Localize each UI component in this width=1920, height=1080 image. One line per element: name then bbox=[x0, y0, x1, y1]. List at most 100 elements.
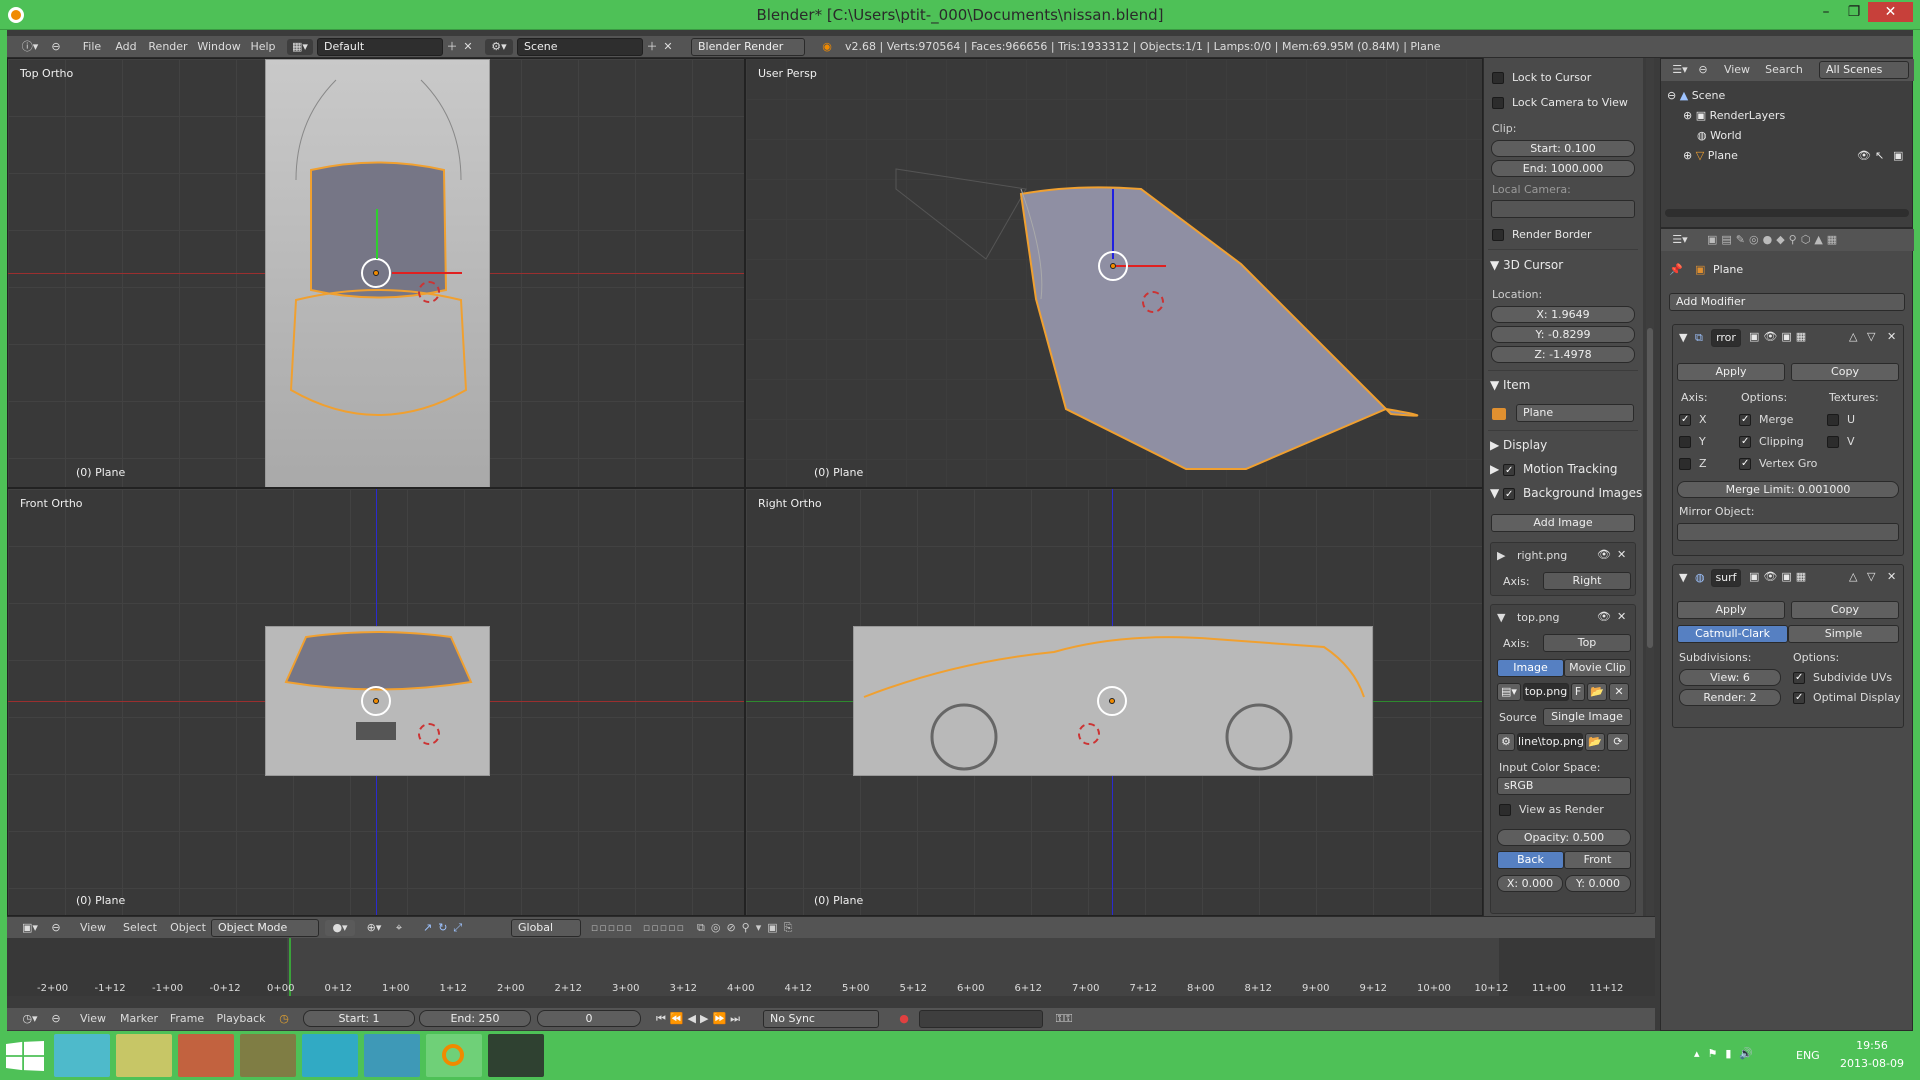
motion-tracking-checkbox[interactable] bbox=[1503, 463, 1516, 476]
clipping-row[interactable]: Clipping bbox=[1739, 435, 1804, 448]
move-up-icon[interactable]: △ bbox=[1849, 330, 1857, 343]
outliner-hscrollbar[interactable] bbox=[1665, 209, 1909, 217]
tab-image[interactable]: Image bbox=[1497, 659, 1564, 677]
subdivide-uvs-row[interactable]: Subdivide UVs bbox=[1793, 671, 1892, 684]
clip-end-field[interactable]: End: 1000.000 bbox=[1491, 160, 1635, 177]
clipping-checkbox[interactable] bbox=[1739, 436, 1751, 448]
image-name-field[interactable]: top.png bbox=[1523, 683, 1569, 701]
add-scene-icon[interactable]: ＋ bbox=[645, 39, 659, 55]
selectability-arrow-icon[interactable]: ↖ bbox=[1875, 149, 1884, 162]
merge-limit-field[interactable]: Merge Limit: 0.001000 bbox=[1677, 481, 1899, 498]
axis-y-checkbox[interactable] bbox=[1679, 436, 1691, 448]
outliner-row-plane[interactable]: ⊕ ▽ Plane bbox=[1683, 149, 1738, 162]
viewport-right-ortho[interactable]: Right Ortho (0) Plane bbox=[745, 488, 1483, 916]
input-language[interactable]: ENG bbox=[1796, 1049, 1820, 1062]
sync-mode-dropdown[interactable]: No Sync bbox=[763, 1010, 879, 1028]
scene-layers-row2[interactable]: ▫▫▫▫▫ bbox=[639, 920, 689, 936]
properties-scrollbar[interactable] bbox=[1646, 58, 1654, 916]
eye-icon[interactable]: 👁 bbox=[1597, 548, 1611, 561]
bg2-row[interactable]: ▼ top.png bbox=[1497, 611, 1559, 624]
app-circles-icon[interactable] bbox=[364, 1034, 420, 1077]
optimal-display-row[interactable]: Optimal Display bbox=[1793, 691, 1901, 704]
game-app-icon[interactable] bbox=[240, 1034, 296, 1077]
clock-date[interactable]: 2013-08-09 bbox=[1836, 1057, 1908, 1070]
outliner-row-renderlayers[interactable]: ⊕ ▣ RenderLayers bbox=[1683, 109, 1785, 122]
vertex-groups-row[interactable]: Vertex Gro bbox=[1739, 457, 1817, 470]
transform-orientation-dropdown[interactable]: Global bbox=[511, 919, 581, 937]
scene-layers-row1[interactable]: ▫▫▫▫▫ bbox=[587, 920, 637, 936]
playback-controls[interactable]: ⏮⏪◀▶⏩⏭ bbox=[645, 1011, 755, 1027]
menu-frame[interactable]: Frame bbox=[165, 1011, 209, 1027]
collapse-menus-icon[interactable]: ⊖ bbox=[1697, 62, 1709, 78]
panel-display-header[interactable]: ▶ Display bbox=[1490, 438, 1547, 452]
render-border-row[interactable]: Render Border bbox=[1492, 228, 1592, 241]
bg2-axis-dropdown[interactable]: Top bbox=[1543, 634, 1631, 652]
lock-to-cursor-row[interactable]: Lock to Cursor bbox=[1492, 71, 1591, 84]
layout-icon[interactable]: ▦▾ bbox=[287, 39, 313, 55]
copy-button[interactable]: Copy bbox=[1791, 601, 1899, 619]
properties-context-tabs[interactable]: ▣▤✎◎●◆⚲⬡▲▦ bbox=[1707, 232, 1907, 248]
filepath-field[interactable]: line\top.png bbox=[1517, 733, 1584, 751]
view-levels-field[interactable]: View: 6 bbox=[1679, 669, 1781, 686]
scene-field[interactable]: Scene bbox=[517, 38, 643, 56]
offset-x-field[interactable]: X: 0.000 bbox=[1497, 875, 1563, 892]
cursor-x-field[interactable]: X: 1.9649 bbox=[1491, 306, 1635, 323]
viewport-top-ortho[interactable]: Top Ortho (0) Plane bbox=[7, 58, 745, 488]
chrome-icon[interactable] bbox=[178, 1034, 234, 1077]
properties-editor-icon[interactable]: ☰▾ bbox=[1667, 232, 1693, 248]
color-space-dropdown[interactable]: sRGB bbox=[1497, 777, 1631, 795]
menu-object[interactable]: Object bbox=[165, 920, 211, 936]
item-name-field[interactable]: Plane bbox=[1516, 404, 1634, 422]
internet-explorer-icon[interactable] bbox=[54, 1034, 110, 1077]
mirror-v-row[interactable]: V bbox=[1827, 435, 1855, 448]
editor-type-info-icon[interactable]: ⓘ▾ bbox=[15, 39, 45, 55]
bg1-row[interactable]: ▶ right.png bbox=[1497, 549, 1567, 562]
renderability-camera-icon[interactable]: ▣ bbox=[1893, 149, 1903, 162]
minimize-button[interactable]: – bbox=[1812, 2, 1840, 22]
render-border-checkbox[interactable] bbox=[1492, 229, 1504, 241]
collapse-arrow-icon[interactable]: ▼ bbox=[1679, 571, 1687, 584]
z-axis-arrow[interactable] bbox=[1112, 189, 1114, 259]
back-button[interactable]: Back bbox=[1497, 851, 1564, 869]
file-explorer-icon[interactable] bbox=[116, 1034, 172, 1077]
panel-item-header[interactable]: ▼ Item bbox=[1490, 378, 1530, 392]
collapse-menus-icon[interactable]: ⊖ bbox=[49, 1011, 63, 1027]
menu-search[interactable]: Search bbox=[1761, 62, 1807, 78]
scene-icon[interactable]: ⚙▾ bbox=[485, 39, 513, 55]
opacity-slider[interactable]: Opacity: 0.500 bbox=[1497, 829, 1631, 846]
editor-type-timeline-icon[interactable]: ◷▾ bbox=[15, 1011, 45, 1027]
start-frame-field[interactable]: Start: 1 bbox=[303, 1010, 415, 1027]
open-image-icon[interactable]: 📂 bbox=[1587, 683, 1607, 701]
axis-z-row[interactable]: Z bbox=[1679, 457, 1707, 470]
collapse-menus-icon[interactable]: ⊖ bbox=[49, 39, 63, 55]
axis-x-checkbox[interactable] bbox=[1679, 414, 1691, 426]
end-frame-field[interactable]: End: 250 bbox=[419, 1010, 531, 1027]
image-settings-icon[interactable]: ⚙ bbox=[1497, 733, 1515, 751]
add-modifier-dropdown[interactable]: Add Modifier bbox=[1669, 293, 1905, 311]
outliner-editor-icon[interactable]: ☰▾ bbox=[1667, 62, 1693, 78]
move-down-icon[interactable]: ▽ bbox=[1867, 570, 1875, 583]
image-browse-icon[interactable]: ▤▾ bbox=[1497, 683, 1521, 701]
cursor-z-field[interactable]: Z: -1.4978 bbox=[1491, 346, 1635, 363]
copy-button[interactable]: Copy bbox=[1791, 363, 1899, 381]
record-button[interactable]: ● bbox=[895, 1011, 913, 1027]
system-tray-icons[interactable]: ▴⚑▮🔊 bbox=[1694, 1047, 1761, 1060]
remove-modifier-icon[interactable]: ✕ bbox=[1887, 330, 1896, 343]
remove-bg-icon[interactable]: ✕ bbox=[1617, 610, 1626, 623]
apply-button[interactable]: Apply bbox=[1677, 601, 1785, 619]
mirror-u-row[interactable]: U bbox=[1827, 413, 1855, 426]
lock-camera-checkbox[interactable] bbox=[1492, 97, 1504, 109]
windows-start-icon-right[interactable] bbox=[24, 1041, 44, 1071]
subdivide-uvs-checkbox[interactable] bbox=[1793, 672, 1805, 684]
unlink-image-icon[interactable]: ✕ bbox=[1609, 683, 1629, 701]
view-as-render-row[interactable]: View as Render bbox=[1499, 803, 1604, 816]
merge-checkbox[interactable] bbox=[1739, 414, 1751, 426]
front-button[interactable]: Front bbox=[1564, 851, 1631, 869]
menu-marker[interactable]: Marker bbox=[115, 1011, 163, 1027]
skype-icon[interactable] bbox=[302, 1034, 358, 1077]
move-down-icon[interactable]: ▽ bbox=[1867, 330, 1875, 343]
clock-time[interactable]: 19:56 bbox=[1840, 1039, 1904, 1052]
menu-help[interactable]: Help bbox=[247, 39, 279, 55]
studio-app-icon[interactable] bbox=[488, 1034, 544, 1077]
mirror-v-checkbox[interactable] bbox=[1827, 436, 1839, 448]
